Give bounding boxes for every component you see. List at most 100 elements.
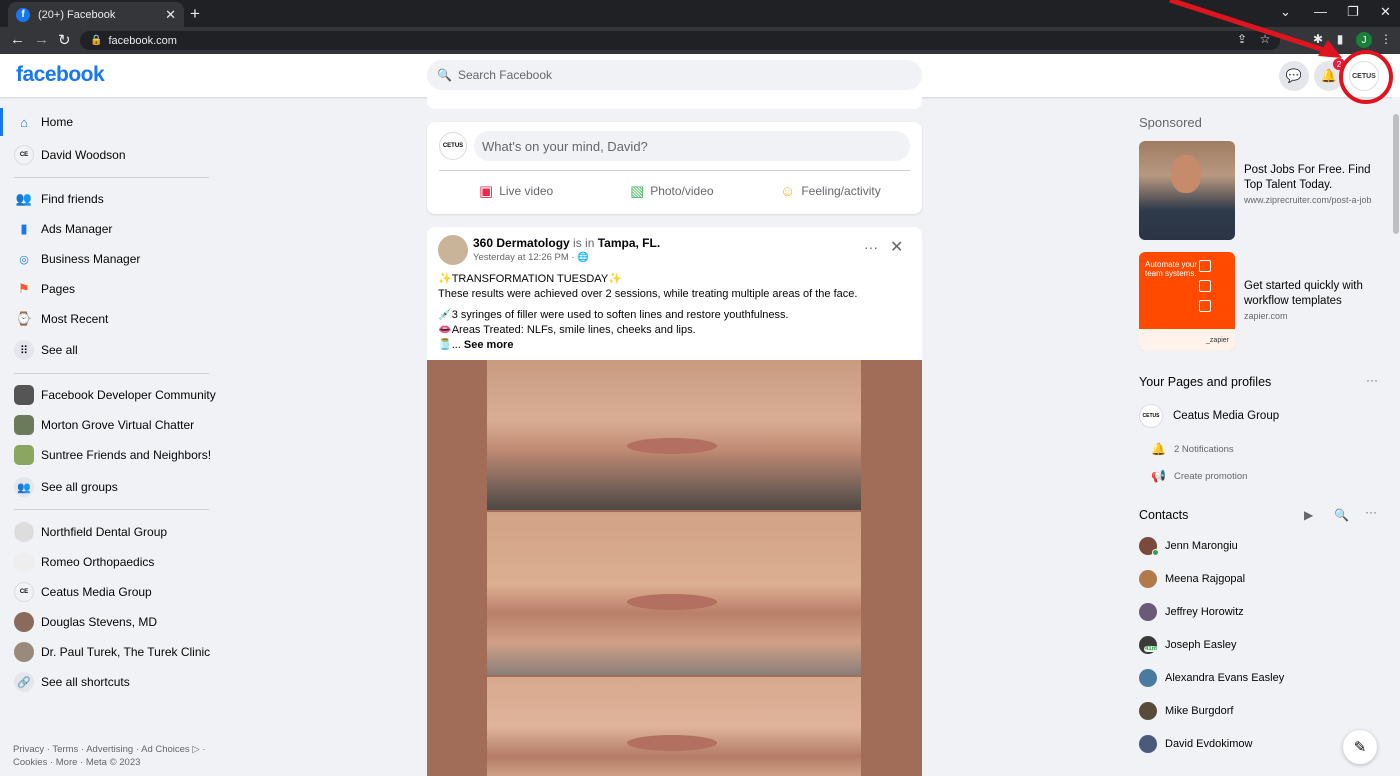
sidebar-item-label: Ceatus Media Group (41, 585, 152, 599)
notifications-label: 2 Notifications (1174, 443, 1234, 455)
see-more-link[interactable]: See more (464, 339, 514, 351)
photo-video-label: Photo/video (650, 184, 714, 198)
sidebar-see-all-groups[interactable]: 👥 See all groups (14, 473, 118, 501)
sidebar-item-profile[interactable]: CE David Woodson (14, 141, 126, 169)
divider (439, 170, 910, 171)
sidebar-shortcut-romeo[interactable]: Romeo Orthopaedics (14, 548, 154, 576)
sidebar-item-label: Find friends (41, 192, 104, 206)
live-video-label: Live video (499, 184, 554, 198)
stories-strip (427, 97, 922, 109)
sidebar-shortcut-douglas[interactable]: Douglas Stevens, MD (14, 608, 157, 636)
friends-icon: 👥 (15, 191, 33, 206)
ad-image: Automate your team systems. _zapier (1139, 252, 1235, 351)
sidebar-shortcut-ceatus[interactable]: CE Ceatus Media Group (14, 578, 152, 606)
contact-name: Jenn Marongiu (1165, 540, 1238, 552)
sidebar-item-find-friends[interactable]: 👥 Find friends (14, 185, 104, 213)
page-ceatus[interactable]: CETUS Ceatus Media Group (1139, 404, 1279, 428)
contact-item[interactable]: 41m Joseph Easley (1139, 636, 1237, 654)
before-after-photo (487, 512, 861, 675)
sidebar-group-fb-dev[interactable]: Facebook Developer Community (14, 381, 216, 409)
smiley-icon: ☺ (780, 182, 796, 200)
group-avatar (14, 445, 34, 465)
contact-item[interactable]: Alexandra Evans Easley (1139, 669, 1284, 687)
url-field[interactable]: 🔒 facebook.com (80, 31, 1280, 50)
post-is-in: is in (569, 236, 598, 250)
post-photo[interactable] (427, 360, 922, 776)
sidebar-shortcut-turek[interactable]: Dr. Paul Turek, The Turek Clinic (14, 638, 210, 666)
sidebar-item-most-recent[interactable]: ⌚ Most Recent (14, 305, 108, 333)
post-location[interactable]: Tampa, FL. (598, 236, 660, 250)
pages-more-icon[interactable]: ··· (1366, 373, 1378, 387)
compose-icon: ✎ (1353, 739, 1367, 756)
new-tab-button[interactable]: + (190, 4, 200, 24)
browser-menu-icon[interactable]: ⋮ (1378, 32, 1394, 48)
sidebar-shortcut-northfield[interactable]: Northfield Dental Group (14, 518, 167, 546)
browser-tab[interactable]: f (20+) Facebook ✕ (8, 2, 184, 27)
footer-links[interactable]: Privacy · Terms · Advertising · Ad Choic… (13, 743, 213, 769)
ad-url: zapier.com (1244, 311, 1288, 321)
sidebar-group-suntree[interactable]: Suntree Friends and Neighbors! (14, 441, 211, 469)
contact-item[interactable]: Jenn Marongiu (1139, 537, 1238, 556)
sidebar-item-label: See all shortcuts (41, 675, 130, 689)
sidebar-item-label: Morton Grove Virtual Chatter (41, 418, 195, 432)
sidebar-item-label: Pages (41, 282, 76, 296)
online-dot (1152, 549, 1159, 556)
feeling-activity-button[interactable]: ☺ Feeling/activity (780, 180, 881, 202)
live-video-button[interactable]: ▣ Live video (479, 180, 553, 202)
tab-close-icon[interactable]: ✕ (165, 7, 176, 23)
app-icons (1199, 260, 1229, 320)
back-icon[interactable]: ← (10, 31, 25, 48)
most-recent-icon: ⌚ (15, 311, 33, 326)
search-input[interactable]: 🔍 Search Facebook (427, 60, 922, 90)
contact-item[interactable]: Jeffrey Horowitz (1139, 603, 1244, 621)
sidebar-item-pages[interactable]: ⚑ Pages (14, 275, 75, 303)
post-line: 🫙... (438, 339, 464, 351)
post-line: 💉3 syringes of filler were used to softe… (438, 309, 789, 321)
post-line: ✨TRANSFORMATION TUESDAY✨ (438, 273, 622, 285)
contact-item[interactable]: David Evdokimow (1139, 735, 1252, 753)
post-time-text: Yesterday at 12:26 PM · (473, 252, 578, 263)
create-promotion[interactable]: 📢 Create promotion (1151, 469, 1247, 483)
live-video-icon: ▣ (479, 183, 494, 200)
photo-video-button[interactable]: ▧ Photo/video (630, 180, 714, 202)
page-notifications[interactable]: 🔔 2 Notifications (1151, 442, 1234, 456)
post-more-options-icon[interactable]: ··· (864, 239, 878, 255)
facebook-logo[interactable]: facebook (16, 63, 105, 87)
group-avatar (14, 415, 34, 435)
sidebar-item-label: Suntree Friends and Neighbors! (41, 448, 212, 462)
composer-avatar[interactable]: CETUS (439, 132, 467, 160)
bell-icon: 🔔 (1151, 442, 1166, 456)
contact-name: Meena Rajgopal (1165, 573, 1246, 585)
ad-url: www.ziprecruiter.com/post-a-job (1244, 195, 1372, 205)
post-hide-icon[interactable]: ✕ (890, 237, 903, 257)
page-avatar: CETUS (1139, 404, 1163, 428)
sidebar-item-label: Douglas Stevens, MD (41, 615, 158, 629)
sidebar-group-morton-grove[interactable]: Morton Grove Virtual Chatter (14, 411, 194, 439)
scrollbar-thumb[interactable] (1393, 114, 1399, 234)
window-close-icon[interactable]: ✕ (1380, 4, 1391, 20)
sidebar-item-home[interactable]: ⌂ Home (14, 108, 73, 136)
sidebar-see-all-shortcuts[interactable]: 🔗 See all shortcuts (14, 668, 130, 696)
new-message-button[interactable]: ✎ (1343, 730, 1377, 764)
sidebar-item-business-manager[interactable]: ◎ Business Manager (14, 245, 140, 273)
contact-item[interactable]: Mike Burgdorf (1139, 702, 1233, 720)
new-room-video-icon[interactable]: ▶ (1304, 508, 1313, 522)
reload-icon[interactable]: ↻ (58, 31, 71, 49)
contacts-more-icon[interactable]: ··· (1365, 505, 1377, 519)
groups-icon: 👥 (14, 477, 34, 497)
sidebar-item-see-all[interactable]: ⠿ See all (14, 336, 78, 364)
post-author[interactable]: 360 Dermatology (473, 236, 570, 250)
whats-on-your-mind-input[interactable]: What's on your mind, David? (474, 131, 910, 161)
sponsored-ad[interactable]: Automate your team systems. _zapier Get … (1139, 252, 1379, 352)
post-author-avatar[interactable] (438, 235, 468, 265)
sponsored-ad[interactable]: Post Jobs For Free. Find Top Talent Toda… (1139, 141, 1379, 241)
post-line: 👄Areas Treated: NLFs, smile lines, cheek… (438, 324, 696, 336)
post-time[interactable]: Yesterday at 12:26 PM · 🌐 (473, 252, 589, 263)
contacts-search-icon[interactable]: 🔍 (1334, 508, 1349, 522)
forward-icon[interactable]: → (34, 31, 49, 48)
contact-item[interactable]: Meena Rajgopal (1139, 570, 1245, 588)
sidebar-item-ads-manager[interactable]: ▮ Ads Manager (14, 215, 112, 243)
lips-shape (627, 594, 717, 610)
shortcut-avatar (14, 522, 34, 542)
contact-avatar (1139, 702, 1157, 720)
